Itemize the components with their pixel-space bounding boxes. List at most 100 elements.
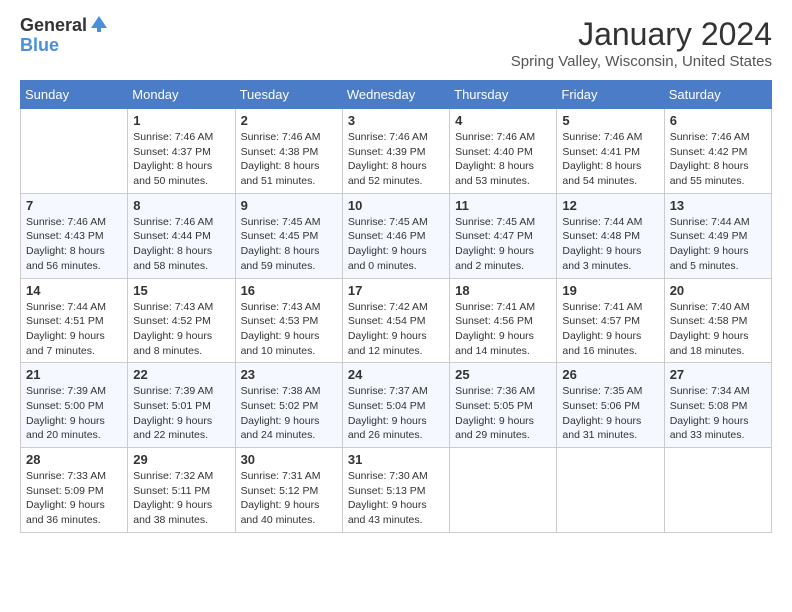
calendar-cell: 10 Sunrise: 7:45 AMSunset: 4:46 PMDayligh… <box>342 193 449 278</box>
day-number: 9 <box>241 198 337 213</box>
day-info: Sunrise: 7:41 AMSunset: 4:56 PMDaylight:… <box>455 300 551 359</box>
calendar-cell: 14 Sunrise: 7:44 AMSunset: 4:51 PMDayligh… <box>21 278 128 363</box>
calendar-cell: 7 Sunrise: 7:46 AMSunset: 4:43 PMDaylight… <box>21 193 128 278</box>
day-number: 1 <box>133 113 229 128</box>
calendar-cell <box>557 448 664 533</box>
calendar-cell <box>21 109 128 194</box>
calendar-table: SundayMondayTuesdayWednesdayThursdayFrid… <box>20 80 772 533</box>
day-info: Sunrise: 7:46 AMSunset: 4:44 PMDaylight:… <box>133 215 229 274</box>
calendar-cell: 28 Sunrise: 7:33 AMSunset: 5:09 PMDayligh… <box>21 448 128 533</box>
logo-general: General <box>20 16 87 36</box>
calendar-cell: 12 Sunrise: 7:44 AMSunset: 4:48 PMDayligh… <box>557 193 664 278</box>
day-info: Sunrise: 7:37 AMSunset: 5:04 PMDaylight:… <box>348 384 444 443</box>
calendar-cell <box>450 448 557 533</box>
logo-icon <box>89 14 109 34</box>
day-info: Sunrise: 7:46 AMSunset: 4:38 PMDaylight:… <box>241 130 337 189</box>
day-info: Sunrise: 7:44 AMSunset: 4:51 PMDaylight:… <box>26 300 122 359</box>
day-info: Sunrise: 7:45 AMSunset: 4:46 PMDaylight:… <box>348 215 444 274</box>
day-number: 23 <box>241 367 337 382</box>
day-info: Sunrise: 7:44 AMSunset: 4:49 PMDaylight:… <box>670 215 766 274</box>
day-info: Sunrise: 7:45 AMSunset: 4:47 PMDaylight:… <box>455 215 551 274</box>
calendar-cell: 1Sunrise: 7:46 AMSunset: 4:37 PMDaylight… <box>128 109 235 194</box>
calendar-cell: 3Sunrise: 7:46 AMSunset: 4:39 PMDaylight… <box>342 109 449 194</box>
day-number: 26 <box>562 367 658 382</box>
day-number: 13 <box>670 198 766 213</box>
day-info: Sunrise: 7:39 AMSunset: 5:01 PMDaylight:… <box>133 384 229 443</box>
day-info: Sunrise: 7:32 AMSunset: 5:11 PMDaylight:… <box>133 469 229 528</box>
calendar-week-row: 7 Sunrise: 7:46 AMSunset: 4:43 PMDaylight… <box>21 193 772 278</box>
calendar-cell: 20 Sunrise: 7:40 AMSunset: 4:58 PMDayligh… <box>664 278 771 363</box>
calendar-cell: 9 Sunrise: 7:45 AMSunset: 4:45 PMDaylight… <box>235 193 342 278</box>
day-number: 27 <box>670 367 766 382</box>
calendar-cell: 8 Sunrise: 7:46 AMSunset: 4:44 PMDaylight… <box>128 193 235 278</box>
calendar-cell: 19Sunrise: 7:41 AMSunset: 4:57 PMDayligh… <box>557 278 664 363</box>
calendar-week-row: 28 Sunrise: 7:33 AMSunset: 5:09 PMDayligh… <box>21 448 772 533</box>
day-number: 12 <box>562 198 658 213</box>
day-number: 17 <box>348 283 444 298</box>
calendar-cell: 24 Sunrise: 7:37 AMSunset: 5:04 PMDayligh… <box>342 363 449 448</box>
calendar-cell: 21Sunrise: 7:39 AMSunset: 5:00 PMDayligh… <box>21 363 128 448</box>
day-info: Sunrise: 7:46 AMSunset: 4:41 PMDaylight:… <box>562 130 658 189</box>
day-number: 5 <box>562 113 658 128</box>
day-info: Sunrise: 7:42 AMSunset: 4:54 PMDaylight:… <box>348 300 444 359</box>
calendar-cell: 30 Sunrise: 7:31 AMSunset: 5:12 PMDayligh… <box>235 448 342 533</box>
calendar-week-row: 21Sunrise: 7:39 AMSunset: 5:00 PMDayligh… <box>21 363 772 448</box>
day-info: Sunrise: 7:45 AMSunset: 4:45 PMDaylight:… <box>241 215 337 274</box>
calendar-cell: 29 Sunrise: 7:32 AMSunset: 5:11 PMDayligh… <box>128 448 235 533</box>
day-info: Sunrise: 7:33 AMSunset: 5:09 PMDaylight:… <box>26 469 122 528</box>
day-info: Sunrise: 7:43 AMSunset: 4:53 PMDaylight:… <box>241 300 337 359</box>
weekday-header-wednesday: Wednesday <box>342 81 449 109</box>
day-number: 6 <box>670 113 766 128</box>
day-info: Sunrise: 7:40 AMSunset: 4:58 PMDaylight:… <box>670 300 766 359</box>
calendar-cell: 16Sunrise: 7:43 AMSunset: 4:53 PMDayligh… <box>235 278 342 363</box>
day-number: 31 <box>348 452 444 467</box>
day-number: 29 <box>133 452 229 467</box>
day-number: 2 <box>241 113 337 128</box>
calendar-cell: 15 Sunrise: 7:43 AMSunset: 4:52 PMDayligh… <box>128 278 235 363</box>
calendar-cell: 27 Sunrise: 7:34 AMSunset: 5:08 PMDayligh… <box>664 363 771 448</box>
day-info: Sunrise: 7:38 AMSunset: 5:02 PMDaylight:… <box>241 384 337 443</box>
weekday-header-thursday: Thursday <box>450 81 557 109</box>
day-info: Sunrise: 7:46 AMSunset: 4:43 PMDaylight:… <box>26 215 122 274</box>
calendar-cell: 26 Sunrise: 7:35 AMSunset: 5:06 PMDayligh… <box>557 363 664 448</box>
day-number: 15 <box>133 283 229 298</box>
weekday-header-tuesday: Tuesday <box>235 81 342 109</box>
day-number: 30 <box>241 452 337 467</box>
day-info: Sunrise: 7:46 AMSunset: 4:42 PMDaylight:… <box>670 130 766 189</box>
day-info: Sunrise: 7:44 AMSunset: 4:48 PMDaylight:… <box>562 215 658 274</box>
day-number: 10 <box>348 198 444 213</box>
day-info: Sunrise: 7:31 AMSunset: 5:12 PMDaylight:… <box>241 469 337 528</box>
day-info: Sunrise: 7:35 AMSunset: 5:06 PMDaylight:… <box>562 384 658 443</box>
day-number: 18 <box>455 283 551 298</box>
weekday-header-monday: Monday <box>128 81 235 109</box>
calendar-week-row: 1Sunrise: 7:46 AMSunset: 4:37 PMDaylight… <box>21 109 772 194</box>
day-info: Sunrise: 7:36 AMSunset: 5:05 PMDaylight:… <box>455 384 551 443</box>
calendar-cell: 17 Sunrise: 7:42 AMSunset: 4:54 PMDayligh… <box>342 278 449 363</box>
calendar-header-row: SundayMondayTuesdayWednesdayThursdayFrid… <box>21 81 772 109</box>
calendar-cell: 22 Sunrise: 7:39 AMSunset: 5:01 PMDayligh… <box>128 363 235 448</box>
day-info: Sunrise: 7:34 AMSunset: 5:08 PMDaylight:… <box>670 384 766 443</box>
calendar-cell: 6 Sunrise: 7:46 AMSunset: 4:42 PMDaylight… <box>664 109 771 194</box>
calendar-cell: 25Sunrise: 7:36 AMSunset: 5:05 PMDayligh… <box>450 363 557 448</box>
weekday-header-friday: Friday <box>557 81 664 109</box>
subtitle: Spring Valley, Wisconsin, United States <box>511 53 772 70</box>
weekday-header-saturday: Saturday <box>664 81 771 109</box>
calendar-cell: 13 Sunrise: 7:44 AMSunset: 4:49 PMDayligh… <box>664 193 771 278</box>
logo-blue: Blue <box>20 35 59 55</box>
calendar-cell: 5 Sunrise: 7:46 AMSunset: 4:41 PMDaylight… <box>557 109 664 194</box>
day-number: 20 <box>670 283 766 298</box>
day-info: Sunrise: 7:30 AMSunset: 5:13 PMDaylight:… <box>348 469 444 528</box>
calendar-cell: 18 Sunrise: 7:41 AMSunset: 4:56 PMDayligh… <box>450 278 557 363</box>
calendar-cell: 2 Sunrise: 7:46 AMSunset: 4:38 PMDaylight… <box>235 109 342 194</box>
day-number: 24 <box>348 367 444 382</box>
day-number: 4 <box>455 113 551 128</box>
calendar-cell: 23 Sunrise: 7:38 AMSunset: 5:02 PMDayligh… <box>235 363 342 448</box>
day-number: 7 <box>26 198 122 213</box>
day-number: 28 <box>26 452 122 467</box>
day-number: 14 <box>26 283 122 298</box>
day-number: 8 <box>133 198 229 213</box>
day-number: 3 <box>348 113 444 128</box>
day-number: 22 <box>133 367 229 382</box>
day-info: Sunrise: 7:43 AMSunset: 4:52 PMDaylight:… <box>133 300 229 359</box>
calendar-cell: 4Sunrise: 7:46 AMSunset: 4:40 PMDaylight… <box>450 109 557 194</box>
